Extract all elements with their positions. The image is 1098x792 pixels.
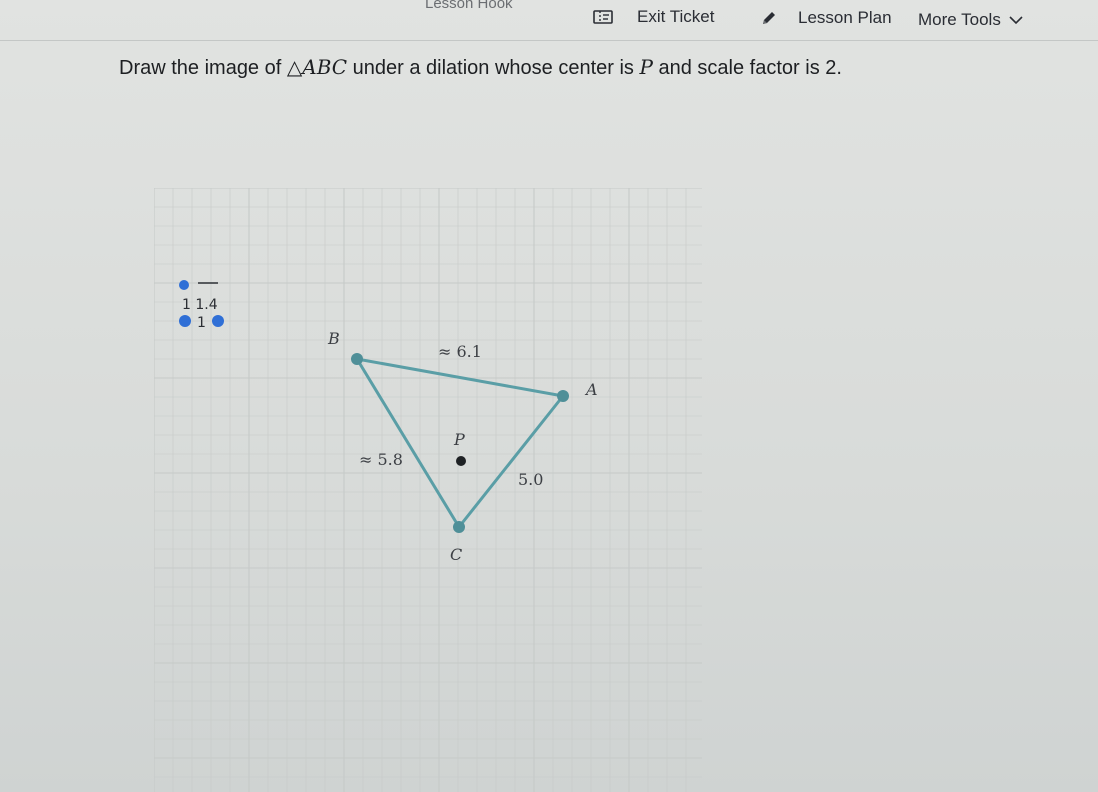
graph-svg[interactable]: 1 1.4 1 B A C P ≈ 6.1 ≈ 5.8 5.0 [154, 188, 702, 792]
triangle-name: ABC [302, 55, 348, 79]
question-text: Draw the image of △ABC under a dilation … [119, 54, 939, 82]
label-vertex-a: A [584, 380, 598, 399]
label-vertex-c: C [450, 545, 462, 564]
question-part2: under a dilation whose center is [347, 57, 640, 79]
side-bc[interactable] [355, 357, 461, 529]
triangle-symbol: △ [286, 55, 303, 79]
more-tools-button[interactable]: More Tools [918, 5, 1025, 35]
top-toolbar: Lesson Hook Exit Ticket Lesson Plan More… [0, 0, 1098, 41]
vertex-a[interactable] [557, 390, 569, 402]
lesson-plan-label: Lesson Plan [798, 8, 892, 27]
center-name: P [639, 55, 653, 79]
tool-cluster[interactable]: 1 1.4 1 [179, 280, 224, 331]
tool-label-top: 1 1.4 [182, 297, 218, 313]
tool-label-bottom: 1 [197, 315, 206, 331]
vertex-b[interactable] [351, 353, 363, 365]
label-vertex-b: B [327, 329, 340, 348]
grid [154, 188, 702, 792]
ticket-icon [593, 9, 613, 25]
page: Lesson Hook Exit Ticket Lesson Plan More… [0, 0, 1098, 792]
vertex-c[interactable] [453, 521, 465, 533]
label-center-p: P [453, 430, 465, 449]
lesson-hook-button[interactable]: Lesson Hook [425, 0, 513, 18]
question-part1: Draw the image of [119, 57, 287, 79]
tool-dot-right[interactable] [212, 315, 224, 327]
lesson-hook-label: Lesson Hook [425, 0, 513, 12]
label-side-ab: ≈ 6.1 [438, 342, 482, 361]
lesson-plan-button[interactable]: Lesson Plan [760, 3, 892, 33]
tool-dot-left[interactable] [179, 315, 191, 327]
label-side-bc: ≈ 5.8 [359, 450, 403, 469]
exit-ticket-label: Exit Ticket [637, 7, 715, 26]
label-side-ac: 5.0 [518, 470, 543, 489]
geometry-canvas[interactable]: 1 1.4 1 B A C P ≈ 6.1 ≈ 5.8 5.0 [154, 188, 702, 792]
pencil-icon [760, 9, 778, 27]
more-tools-label: More Tools [918, 10, 1001, 29]
exit-ticket-button[interactable]: Exit Ticket [593, 2, 714, 32]
center-point-p[interactable] [456, 456, 466, 466]
tool-dot-top[interactable] [179, 280, 189, 290]
side-ac[interactable] [457, 394, 565, 529]
question-part3: and scale factor is 2. [652, 57, 842, 79]
chevron-down-icon [1007, 14, 1025, 26]
